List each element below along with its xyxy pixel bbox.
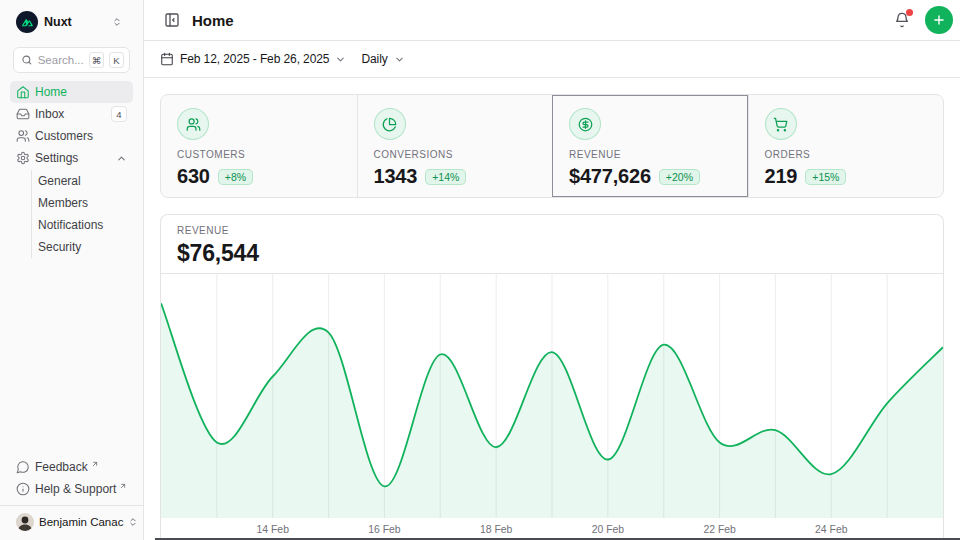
stats-row: CUSTOMERS 630 +8% CONVERSIONS 1343 +14% xyxy=(160,94,944,198)
stat-card-orders[interactable]: ORDERS 219 +15% xyxy=(748,95,944,197)
info-circle-icon xyxy=(16,482,30,496)
external-link-icon xyxy=(91,460,99,468)
sidebar-item-general[interactable]: General xyxy=(36,170,133,192)
notifications-button[interactable] xyxy=(890,8,914,32)
content: CUSTOMERS 630 +8% CONVERSIONS 1343 +14% xyxy=(144,78,960,540)
notification-dot xyxy=(906,9,913,16)
sidebar-footer: Feedback Help & Support Benjamin Canac xyxy=(0,456,143,534)
app: Nuxt Search... ⌘ K Home Inbox 4 Cust xyxy=(0,0,960,540)
users-icon xyxy=(177,108,209,140)
chart-label: REVENUE xyxy=(177,225,927,236)
workspace-switcher[interactable]: Nuxt xyxy=(0,8,143,36)
kbd-k: K xyxy=(109,52,124,68)
sidebar-item-settings[interactable]: Settings xyxy=(10,147,133,169)
chart-value: $76,544 xyxy=(177,240,927,267)
sidebar-item-feedback[interactable]: Feedback xyxy=(10,456,133,478)
workspace-name: Nuxt xyxy=(44,15,106,29)
dollar-circle-icon xyxy=(569,108,601,140)
calendar-icon xyxy=(160,52,174,66)
topbar: Home xyxy=(144,0,960,41)
delta-badge: +20% xyxy=(659,169,700,185)
delta-badge: +15% xyxy=(805,169,846,185)
cart-icon xyxy=(765,108,797,140)
add-button[interactable] xyxy=(925,6,953,34)
revenue-chart-card: REVENUE $76,544 14 Feb 16 Feb 18 Feb 20 Feb… xyxy=(160,214,944,540)
inbox-icon xyxy=(16,107,30,121)
svg-text:14 Feb: 14 Feb xyxy=(257,524,290,535)
page-title: Home xyxy=(192,12,882,29)
search-input[interactable]: Search... ⌘ K xyxy=(13,47,130,73)
users-icon xyxy=(16,129,30,143)
search-icon xyxy=(21,54,33,66)
svg-text:20 Feb: 20 Feb xyxy=(592,524,625,535)
revenue-area-chart[interactable]: 14 Feb 16 Feb 18 Feb 20 Feb 22 Feb 24 Feb xyxy=(161,274,943,540)
user-menu[interactable]: Benjamin Canac xyxy=(10,510,133,534)
plus-icon xyxy=(932,13,946,27)
home-icon xyxy=(16,85,30,99)
sidebar-item-help-support[interactable]: Help & Support xyxy=(10,478,133,500)
chevron-updown-icon xyxy=(128,517,138,527)
inbox-count-badge: 4 xyxy=(111,106,127,122)
sidebar-item-customers[interactable]: Customers xyxy=(10,125,133,147)
delta-badge: +14% xyxy=(425,169,466,185)
svg-text:16 Feb: 16 Feb xyxy=(368,524,401,535)
svg-text:22 Feb: 22 Feb xyxy=(703,524,736,535)
sidebar-item-notifications[interactable]: Notifications xyxy=(36,214,133,236)
external-link-icon xyxy=(119,482,127,490)
nuxt-logo-icon xyxy=(16,11,38,33)
svg-text:24 Feb: 24 Feb xyxy=(815,524,848,535)
chat-bubble-icon xyxy=(16,460,30,474)
settings-subnav: General Members Notifications Security xyxy=(31,170,133,258)
gear-icon xyxy=(16,151,30,165)
pie-chart-icon xyxy=(374,108,406,140)
date-range-picker[interactable]: Feb 12, 2025 - Feb 26, 2025 xyxy=(160,52,346,66)
filter-toolbar: Feb 12, 2025 - Feb 26, 2025 Daily xyxy=(144,41,960,78)
stat-card-customers[interactable]: CUSTOMERS 630 +8% xyxy=(161,95,357,197)
sidebar-nav: Home Inbox 4 Customers Settings General … xyxy=(10,81,133,259)
chevron-up-icon xyxy=(116,153,127,164)
sidebar-item-home[interactable]: Home xyxy=(10,81,133,103)
chevron-down-icon xyxy=(394,54,405,65)
avatar xyxy=(16,513,34,531)
svg-text:18 Feb: 18 Feb xyxy=(480,524,513,535)
panel-left-icon xyxy=(164,12,180,28)
search-placeholder: Search... xyxy=(38,54,84,66)
delta-badge: +8% xyxy=(218,169,253,185)
chevron-updown-icon xyxy=(112,17,122,27)
sidebar-item-members[interactable]: Members xyxy=(36,192,133,214)
sidebar-item-inbox[interactable]: Inbox 4 xyxy=(10,103,133,125)
kbd-cmd: ⌘ xyxy=(89,52,104,68)
granularity-select[interactable]: Daily xyxy=(361,52,404,66)
chevron-down-icon xyxy=(335,54,346,65)
main: Home Feb 12, 2025 - Feb 26, 2025 Daily xyxy=(144,0,960,540)
stat-card-revenue[interactable]: REVENUE $477,626 +20% xyxy=(552,95,748,197)
sidebar: Nuxt Search... ⌘ K Home Inbox 4 Cust xyxy=(0,0,144,540)
sidebar-item-security[interactable]: Security xyxy=(36,236,133,258)
collapse-sidebar-button[interactable] xyxy=(160,8,184,32)
chart-header: REVENUE $76,544 xyxy=(161,215,943,274)
stat-card-conversions[interactable]: CONVERSIONS 1343 +14% xyxy=(357,95,553,197)
